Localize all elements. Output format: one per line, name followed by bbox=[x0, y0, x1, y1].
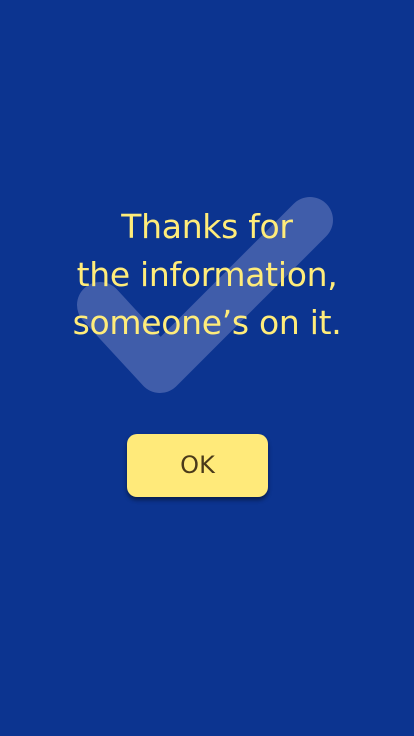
ok-button[interactable]: OK bbox=[127, 434, 268, 497]
confirmation-screen: Thanks for the information, someone’s on… bbox=[0, 0, 414, 736]
message-line-1: Thanks for bbox=[121, 207, 293, 246]
message-line-3: someone’s on it. bbox=[72, 303, 342, 342]
message-line-2: the information, bbox=[76, 255, 338, 294]
confirmation-message: Thanks for the information, someone’s on… bbox=[0, 203, 414, 347]
